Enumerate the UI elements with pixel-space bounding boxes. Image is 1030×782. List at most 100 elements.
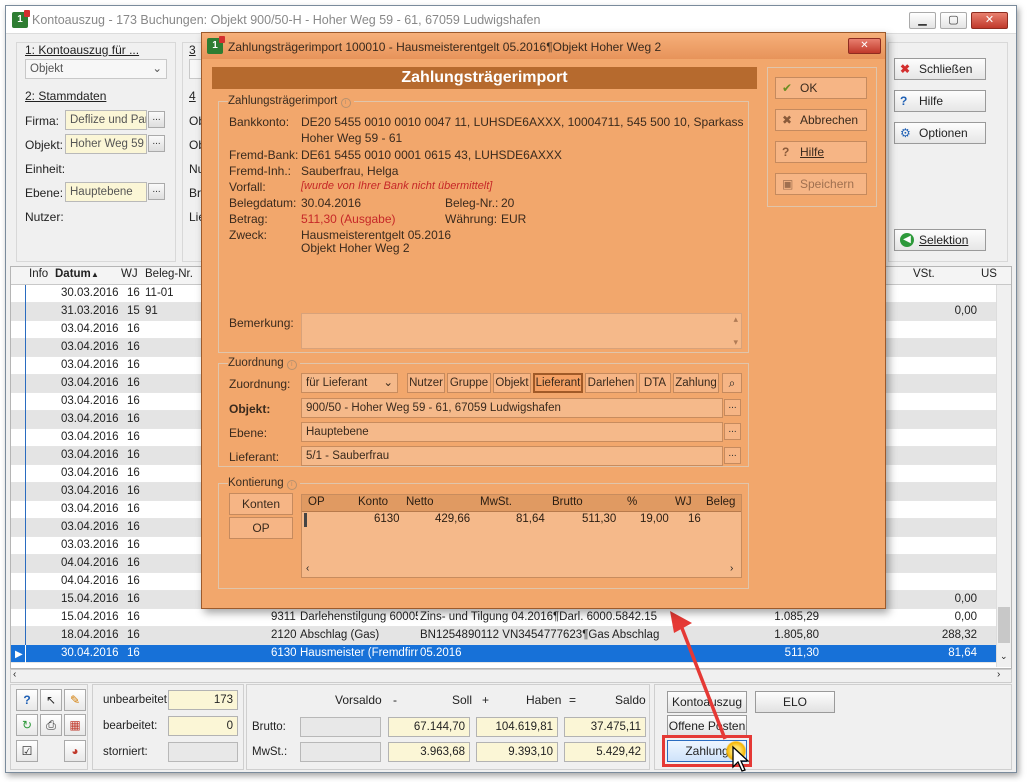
kontierung-row[interactable]: 6130 429,66 81,64 511,30 19,00 16 xyxy=(302,512,741,529)
zuordnung-group-label: Zuordnung i xyxy=(228,357,300,370)
scroll-up-icon[interactable]: ▴ xyxy=(733,314,738,325)
elo-button[interactable]: ELO xyxy=(755,691,835,713)
objekt-browse-button[interactable]: ... xyxy=(724,399,741,416)
kontierung-table[interactable]: OP Konto Netto MwSt. Brutto % WJ Beleg 6… xyxy=(301,494,742,578)
close-button[interactable]: ✕ xyxy=(971,12,1008,29)
cell-vst: 81,64 xyxy=(948,647,977,659)
dialog-close-button[interactable]: ✕ xyxy=(848,38,881,54)
help-icon[interactable]: ? xyxy=(16,689,38,711)
fremdbank-label: Fremd-Bank: xyxy=(229,148,299,162)
vertical-scrollbar[interactable]: ⌄ xyxy=(996,285,1011,667)
col-info[interactable]: Info xyxy=(29,268,48,280)
zuordnung-select[interactable]: für Lieferant ⌄ xyxy=(301,373,398,393)
scrollbar-thumb[interactable] xyxy=(998,607,1010,643)
firma-browse-button[interactable]: ... xyxy=(148,111,165,128)
cell-amount: 1.085,29 xyxy=(774,611,819,623)
col-vst[interactable]: VSt. xyxy=(913,268,935,280)
checkbox-icon[interactable]: ☑ xyxy=(16,740,38,762)
cell-datum: 30.04.2016 xyxy=(61,647,119,659)
search-icon[interactable]: ⌕ xyxy=(722,373,742,393)
tab-zahlung[interactable]: Zahlung xyxy=(673,373,719,393)
objekt-field[interactable]: 900/50 - Hoher Weg 59 - 61, 67059 Ludwig… xyxy=(301,398,723,418)
tab-gruppe[interactable]: Gruppe xyxy=(447,373,491,393)
selektion-button[interactable]: ◀ Selektion xyxy=(894,229,986,251)
cell-datum: 03.04.2016 xyxy=(61,449,119,461)
zweck-value-2: Objekt Hoher Weg 2 xyxy=(301,241,410,255)
refresh-icon[interactable]: ↻ xyxy=(16,714,38,736)
fremdinh-label: Fremd-Inh.: xyxy=(229,164,292,178)
zweck-label: Zweck: xyxy=(229,228,268,242)
objekt-field[interactable]: Hoher Weg 59 - xyxy=(65,134,147,154)
scroll-right-icon[interactable]: › xyxy=(997,669,1000,680)
cell-text: Darlehenstilgung 600058 xyxy=(300,611,418,623)
cell-beleg: 91 xyxy=(145,305,158,317)
unbearbeitet-count: 173 xyxy=(168,690,238,710)
dialog-hilfe-button[interactable]: ? Hilfe xyxy=(775,141,867,163)
firma-field[interactable]: Deflize und Part xyxy=(65,110,147,130)
ebene-field[interactable]: Hauptebene xyxy=(65,182,147,202)
lieferant-browse-button[interactable]: ... xyxy=(724,447,741,464)
lieferant-field[interactable]: 5/1 - Sauberfrau xyxy=(301,446,723,466)
print-icon[interactable]: ⎙ xyxy=(40,714,62,736)
bankkonto-value: DE20 5455 0010 0010 0047 11, LUHSDE6AXXX… xyxy=(301,115,743,129)
cell-datum: 03.04.2016 xyxy=(61,341,119,353)
tab-darlehen[interactable]: Darlehen xyxy=(585,373,637,393)
lieferant-label: Lieferant: xyxy=(229,450,280,464)
k-col-op: OP xyxy=(308,496,325,508)
konten-button[interactable]: Konten xyxy=(229,493,293,515)
totals-panel: Vorsaldo - Soll + Haben = Saldo Brutto: … xyxy=(246,684,650,770)
schliessen-button[interactable]: ✖ Schließen xyxy=(894,58,986,80)
k-brutto: 511,30 xyxy=(582,513,617,525)
table-row[interactable]: 15.04.2016 16 9311 Darlehenstilgung 600058 Z… xyxy=(11,609,1011,627)
col-us[interactable]: US xyxy=(981,268,997,280)
cell-text2: BN1254890112 VN3454777623¶Gas Abschlag 0… xyxy=(420,629,660,641)
ok-button[interactable]: ✔ OK xyxy=(775,77,867,99)
col-wj[interactable]: WJ xyxy=(121,268,138,280)
scroll-down-icon[interactable]: ⌄ xyxy=(1000,651,1008,662)
minimize-button[interactable]: ▁ xyxy=(909,12,936,29)
scroll-right-icon[interactable]: › xyxy=(730,563,733,574)
pencil-icon[interactable]: ✎ xyxy=(64,689,86,711)
row-marker xyxy=(25,555,26,573)
bemerkung-field[interactable]: ▴ ▾ xyxy=(301,313,742,349)
ebene-browse-button[interactable]: ... xyxy=(148,183,165,200)
optionen-button[interactable]: ⚙ Optionen xyxy=(894,122,986,144)
window-title: Kontoauszug - 173 Buchungen: Objekt 900/… xyxy=(32,13,541,27)
tab-dta[interactable]: DTA xyxy=(639,373,671,393)
scroll-left-icon[interactable]: ‹ xyxy=(13,669,16,680)
kontoauszug-select[interactable]: Objekt ⌄ xyxy=(25,59,167,79)
ebene-field[interactable]: Hauptebene xyxy=(301,422,723,442)
k-wj: 16 xyxy=(688,513,701,525)
row-marker xyxy=(25,321,26,339)
maximize-button[interactable]: ▢ xyxy=(940,12,967,29)
table-row[interactable]: 18.04.2016 16 2120 Abschlag (Gas) BN12548901… xyxy=(11,627,1011,645)
mwst-soll: 3.963,68 xyxy=(388,742,470,762)
belegnr-value: 20 xyxy=(501,196,515,210)
speichern-button[interactable]: ▣ Speichern xyxy=(775,173,867,195)
tab-objekt[interactable]: Objekt xyxy=(493,373,531,393)
abbrechen-button[interactable]: ✖ Abbrechen xyxy=(775,109,867,131)
tab-nutzer[interactable]: Nutzer xyxy=(407,373,445,393)
section-kontoauszug-label: 1: Kontoauszug für ... xyxy=(25,43,140,57)
col-beleg[interactable]: Beleg-Nr. xyxy=(145,268,193,280)
grid-icon[interactable]: ▦ xyxy=(64,714,86,736)
row-marker xyxy=(25,429,26,447)
betrag-label: Betrag: xyxy=(229,212,268,226)
scroll-left-icon[interactable]: ‹ xyxy=(306,563,309,574)
tab-lieferant[interactable]: Lieferant xyxy=(533,373,583,393)
chart-icon[interactable]: ◕ xyxy=(64,740,86,762)
nutzer-label: Nutzer: xyxy=(25,210,64,224)
cursor-icon[interactable]: ↖ xyxy=(40,689,62,711)
ebene-label: Ebene: xyxy=(25,186,64,200)
row-marker xyxy=(25,627,26,645)
scroll-down-icon[interactable]: ▾ xyxy=(733,337,738,348)
table-row[interactable]: ▶ 30.04.2016 16 6130 Hausmeister (Fremdfirma… xyxy=(11,645,1011,663)
cell-datum: 04.04.2016 xyxy=(61,557,119,569)
k-col-mwst: MwSt. xyxy=(480,496,512,508)
ebene-browse-button[interactable]: ... xyxy=(724,423,741,440)
objekt-browse-button[interactable]: ... xyxy=(148,135,165,152)
horizontal-scrollbar[interactable]: ‹ › xyxy=(10,669,1012,683)
col-datum[interactable]: Datum xyxy=(55,268,91,280)
hilfe-button[interactable]: ? Hilfe xyxy=(894,90,986,112)
op-button[interactable]: OP xyxy=(229,517,293,539)
